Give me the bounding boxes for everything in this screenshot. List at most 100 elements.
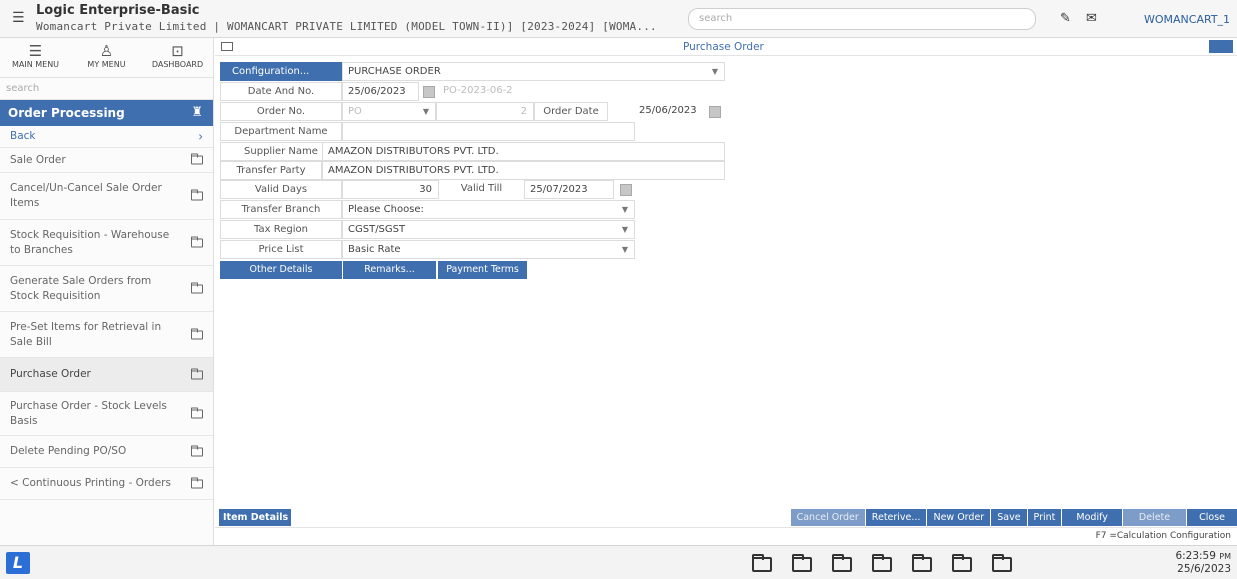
modify-button[interactable]: Modify: [1061, 509, 1122, 526]
section-title: Order Processing: [8, 106, 125, 120]
main-panel: Purchase Order Configuration... PURCHASE…: [215, 38, 1237, 545]
tab-dashboard[interactable]: ⊡ DASHBOARD: [142, 38, 213, 77]
sidebar-item-cancel-sale-order[interactable]: Cancel/Un-Cancel Sale Order Items: [0, 173, 213, 220]
global-search-input[interactable]: search: [688, 8, 1036, 30]
folder-icon[interactable]: [752, 554, 772, 572]
price-list-select[interactable]: Basic Rate ▼: [342, 240, 635, 259]
sidebar-item-label: Purchase Order: [10, 368, 91, 380]
date-field[interactable]: 25/06/2023: [342, 82, 419, 101]
sidebar-item-purchase-order-stock-levels[interactable]: Purchase Order - Stock Levels Basis: [0, 392, 213, 436]
print-button[interactable]: Print: [1026, 509, 1062, 526]
sidebar-item-generate-sale-orders[interactable]: Generate Sale Orders from Stock Requisit…: [0, 266, 213, 312]
configuration-value: PURCHASE ORDER: [348, 66, 441, 77]
department-field[interactable]: [342, 122, 635, 141]
supplier-field[interactable]: AMAZON DISTRIBUTORS PVT. LTD.: [322, 142, 725, 161]
retrieve-button[interactable]: Reterive...: [864, 509, 927, 526]
order-number-field[interactable]: 2: [436, 102, 534, 121]
sidebar-item-label: Cancel/Un-Cancel Sale Order Items: [10, 182, 162, 209]
page-title: Purchase Order: [683, 41, 764, 53]
folder-icon: [191, 282, 203, 293]
cancel-order-button[interactable]: Cancel Order: [789, 509, 865, 526]
sidebar-back[interactable]: Back ›: [0, 126, 213, 148]
system-clock: 6:23:59 PM 25/6/2023: [1175, 550, 1231, 576]
sidebar-item-label: Stock Requisition - Warehouse to Branche…: [10, 228, 170, 256]
folder-icon: [191, 328, 203, 339]
sidebar: ☰ MAIN MENU ♙ MY MENU ⊡ DASHBOARD search…: [0, 38, 214, 545]
folder-icon[interactable]: [872, 554, 892, 572]
module-icon: ♜: [191, 105, 203, 120]
save-button[interactable]: Save: [990, 509, 1027, 526]
department-label: Department Name: [220, 122, 342, 141]
price-list-value: Basic Rate: [348, 244, 401, 255]
item-details-button[interactable]: Item Details: [219, 509, 291, 526]
app-logo[interactable]: L: [6, 552, 30, 574]
clock-time: 6:23:59: [1175, 550, 1216, 562]
tab-main-menu[interactable]: ☰ MAIN MENU: [0, 38, 71, 77]
company-context: Womancart Private Limited | WOMANCART PR…: [36, 20, 657, 33]
calendar-icon[interactable]: [709, 106, 721, 118]
sidebar-item-label: Pre-Set Items for Retrieval in Sale Bill: [10, 320, 162, 348]
configuration-select[interactable]: PURCHASE ORDER ▼: [342, 62, 725, 81]
tools-icon[interactable]: ✎: [1060, 11, 1071, 26]
sidebar-item-preset-items[interactable]: Pre-Set Items for Retrieval in Sale Bill: [0, 312, 213, 358]
valid-till-field[interactable]: 25/07/2023: [524, 180, 614, 199]
tab-label: MAIN MENU: [11, 60, 60, 69]
sidebar-item-stock-requisition[interactable]: Stock Requisition - Warehouse to Branche…: [0, 220, 213, 266]
chevron-down-icon: ▼: [621, 245, 628, 254]
mail-icon[interactable]: ✉: [1086, 11, 1097, 26]
configuration-button[interactable]: Configuration...: [220, 62, 342, 81]
folder-icon[interactable]: [912, 554, 932, 572]
clock-ampm: PM: [1219, 552, 1231, 561]
order-prefix: PO: [348, 106, 362, 117]
valid-days-label: Valid Days: [220, 180, 342, 199]
tax-region-select[interactable]: CGST/SGST ▼: [342, 220, 635, 239]
valid-days-field[interactable]: 30: [342, 180, 439, 199]
order-series-select[interactable]: PO ▼: [342, 102, 436, 121]
folder-icon[interactable]: [952, 554, 972, 572]
sidebar-item-label: Generate Sale Orders from Stock Requisit…: [10, 274, 152, 302]
order-date-field[interactable]: 25/06/2023: [634, 102, 706, 121]
tax-region-value: CGST/SGST: [348, 224, 406, 235]
folder-icon: [221, 42, 233, 51]
form-title-bar: Purchase Order: [215, 38, 1237, 56]
doc-number-field: PO-2023-06-2: [438, 82, 528, 101]
menu-icon[interactable]: ☰: [12, 10, 25, 26]
new-order-button[interactable]: New Order: [926, 509, 991, 526]
chevron-down-icon: ▼: [711, 67, 718, 76]
tax-region-label: Tax Region: [220, 220, 342, 239]
calendar-icon[interactable]: [620, 184, 632, 196]
sidebar-item-continuous-printing[interactable]: < Continuous Printing - Orders: [0, 468, 213, 500]
close-button[interactable]: Close: [1186, 509, 1237, 526]
tab-remarks[interactable]: Remarks...: [342, 261, 436, 279]
tab-payment-terms[interactable]: Payment Terms: [437, 261, 527, 279]
sidebar-item-label: < Continuous Printing - Orders: [10, 477, 171, 489]
shortcut-hint: F7 =Calculation Configuration: [1095, 531, 1231, 541]
user-icon: ♙: [99, 42, 114, 60]
window-control[interactable]: [1209, 40, 1233, 53]
transfer-branch-label: Transfer Branch: [220, 200, 342, 219]
folder-icon[interactable]: [792, 554, 812, 572]
folder-icon[interactable]: [992, 554, 1012, 572]
sidebar-search-input[interactable]: search: [0, 78, 213, 100]
user-menu[interactable]: WOMANCART_1: [1144, 13, 1230, 26]
chevron-down-icon: ▼: [621, 205, 628, 214]
sidebar-item-purchase-order[interactable]: Purchase Order: [0, 358, 213, 392]
folder-icon: [191, 236, 203, 247]
folder-icon[interactable]: [832, 554, 852, 572]
delete-button[interactable]: Delete: [1121, 509, 1187, 526]
sidebar-item-delete-pending[interactable]: Delete Pending PO/SO: [0, 436, 213, 468]
order-no-label: Order No.: [220, 102, 342, 121]
tab-other-details[interactable]: Other Details: [220, 261, 342, 279]
action-buttons: Cancel Order Reterive... New Order Save …: [789, 509, 1237, 526]
folder-icon: [191, 445, 203, 456]
tab-label: MY MENU: [87, 60, 126, 69]
hamburger-icon: ☰: [28, 42, 43, 60]
folder-icon: [191, 153, 203, 165]
transfer-party-field[interactable]: AMAZON DISTRIBUTORS PVT. LTD.: [322, 161, 725, 180]
sidebar-item-sale-order[interactable]: Sale Order: [0, 148, 213, 173]
sidebar-item-label: Delete Pending PO/SO: [10, 445, 127, 457]
valid-till-label: Valid Till: [439, 180, 524, 199]
transfer-branch-select[interactable]: Please Choose: ▼: [342, 200, 635, 219]
tab-my-menu[interactable]: ♙ MY MENU: [71, 38, 142, 77]
calendar-icon[interactable]: [423, 86, 435, 98]
